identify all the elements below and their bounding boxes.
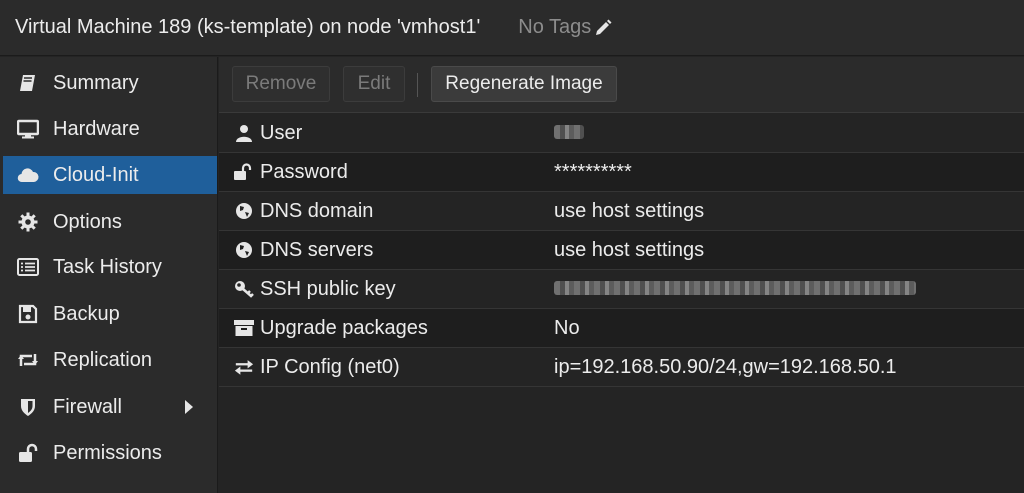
sidebar-item-label: Firewall [53, 395, 122, 418]
list-icon [17, 256, 39, 278]
row-value: ip=192.168.50.90/24,gw=192.168.50.1 [554, 355, 897, 378]
pencil-icon[interactable] [594, 19, 612, 37]
sidebar-item-permissions[interactable]: Permissions [3, 434, 217, 472]
tags-editor[interactable]: No Tags [518, 16, 612, 39]
sidebar-item-label: Backup [53, 302, 120, 325]
remove-button[interactable]: Remove [232, 66, 330, 102]
table-row[interactable]: Upgrade packages No [219, 309, 1024, 348]
row-value-redacted [554, 278, 916, 301]
retweet-icon [17, 349, 39, 371]
floppy-icon [17, 303, 39, 325]
globe-icon [234, 201, 254, 221]
header-bar: Virtual Machine 189 (ks-template) on nod… [0, 0, 1024, 56]
table-row[interactable]: SSH public key [219, 270, 1024, 309]
globe-icon [234, 240, 254, 260]
book-icon [17, 72, 39, 94]
user-icon [234, 123, 254, 143]
sidebar-item-label: Summary [53, 71, 139, 94]
sidebar-item-label: Replication [53, 348, 152, 371]
cloud-icon [17, 164, 39, 186]
edit-button[interactable]: Edit [343, 66, 405, 102]
sidebar-item-hardware[interactable]: Hardware [3, 110, 217, 148]
row-key: SSH public key [260, 277, 396, 300]
row-value-redacted [554, 122, 584, 145]
row-key: DNS domain [260, 199, 374, 222]
sidebar-item-backup[interactable]: Backup [3, 295, 217, 333]
sidebar-item-task-history[interactable]: Task History [3, 248, 217, 286]
sidebar-item-label: Hardware [53, 117, 140, 140]
row-value: No [554, 316, 580, 339]
toolbar: Remove Edit Regenerate Image [219, 57, 1024, 113]
sidebar-item-cloud-init[interactable]: Cloud-Init [3, 156, 217, 194]
tags-label: No Tags [518, 16, 592, 38]
row-key: Password [260, 160, 348, 183]
row-value: use host settings [554, 238, 705, 261]
desktop-icon [17, 118, 39, 140]
sidebar-item-label: Cloud-Init [53, 163, 139, 186]
sidebar-item-summary[interactable]: Summary [3, 64, 217, 102]
row-key: Upgrade packages [260, 316, 428, 339]
row-key: User [260, 121, 303, 144]
sidebar-item-label: Options [53, 210, 122, 233]
exchange-icon [234, 357, 254, 377]
unlock-icon [17, 442, 39, 464]
sidebar: Summary Hardware Cloud-Init Options Task… [0, 57, 218, 493]
archive-icon [234, 318, 254, 338]
regenerate-image-button[interactable]: Regenerate Image [431, 66, 617, 102]
toolbar-separator [417, 73, 418, 97]
table-row[interactable]: User [219, 114, 1024, 153]
page-title: Virtual Machine 189 (ks-template) on nod… [15, 16, 481, 38]
row-value: use host settings [554, 199, 705, 222]
table-row[interactable]: DNS domain use host settings [219, 192, 1024, 231]
row-key: IP Config (net0) [260, 355, 400, 378]
table-row[interactable]: IP Config (net0) ip=192.168.50.90/24,gw=… [219, 348, 1024, 387]
sidebar-item-replication[interactable]: Replication [3, 341, 217, 379]
sidebar-item-options[interactable]: Options [3, 203, 217, 241]
table-row[interactable]: Password ********** [219, 153, 1024, 192]
table-row[interactable]: DNS servers use host settings [219, 231, 1024, 270]
gear-icon [17, 211, 39, 233]
sidebar-item-firewall[interactable]: Firewall [3, 388, 217, 426]
sidebar-item-label: Permissions [53, 441, 162, 464]
key-icon [234, 279, 254, 299]
sidebar-item-label: Task History [53, 255, 162, 278]
row-value: ********** [554, 160, 632, 183]
shield-icon [17, 396, 39, 418]
unlock-icon [234, 162, 254, 182]
expand-arrow-icon[interactable] [185, 400, 193, 414]
row-key: DNS servers [260, 238, 374, 261]
